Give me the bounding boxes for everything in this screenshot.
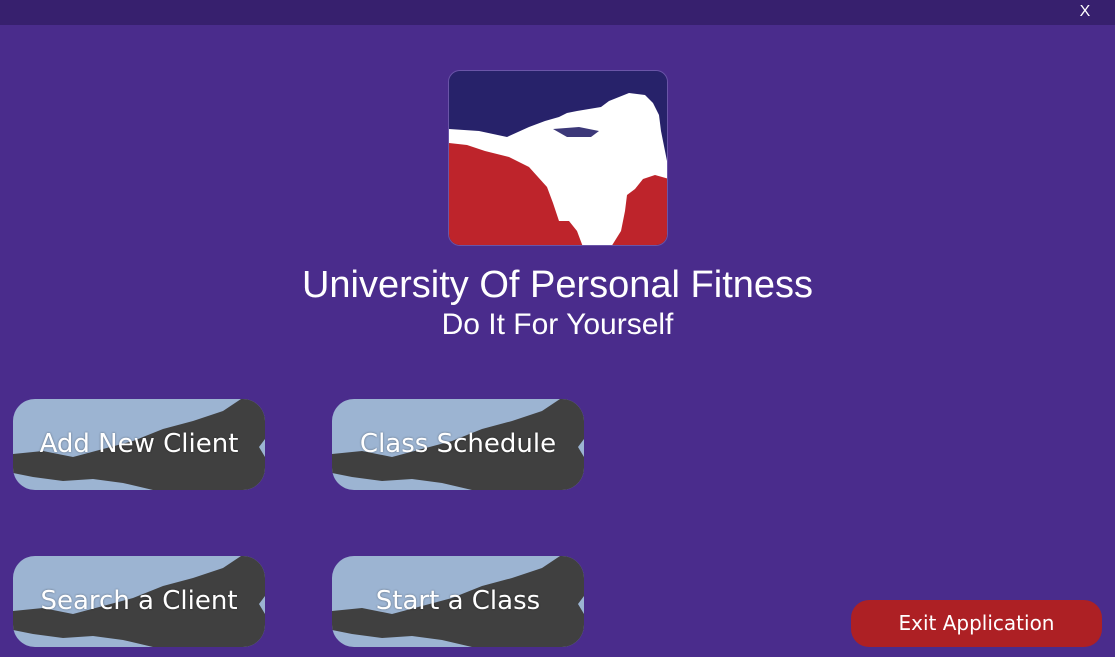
add-new-client-button[interactable]: Add New Client (13, 399, 265, 490)
class-schedule-label: Class Schedule (359, 429, 557, 459)
search-client-button[interactable]: Search a Client (13, 556, 265, 647)
app-subtitle: Do It For Yourself (441, 308, 674, 341)
app-window: X University Of Personal Fitness Do It F… (0, 0, 1115, 657)
class-schedule-button[interactable]: Class Schedule (332, 399, 584, 490)
start-class-label: Start a Class (375, 586, 541, 616)
close-button[interactable]: X (1075, 2, 1095, 22)
fitness-logo (448, 70, 668, 246)
martial-arts-kick-logo-icon (449, 71, 667, 245)
title-bar: X (0, 0, 1115, 25)
start-class-button[interactable]: Start a Class (332, 556, 584, 647)
app-title: University Of Personal Fitness (301, 264, 814, 306)
search-client-label: Search a Client (40, 586, 238, 616)
exit-application-button[interactable]: Exit Application (851, 600, 1102, 647)
add-new-client-label: Add New Client (39, 429, 239, 459)
